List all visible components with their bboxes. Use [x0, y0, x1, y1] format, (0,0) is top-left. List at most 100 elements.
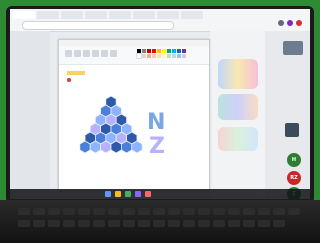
keyboard-key [153, 220, 165, 227]
blurred-content [218, 127, 258, 151]
blurred-content [218, 59, 258, 89]
color-swatch[interactable] [137, 49, 141, 53]
keyboard-key [183, 208, 195, 215]
keyboard-key [33, 208, 45, 215]
browser-tabs [13, 11, 203, 19]
browser-tab[interactable] [37, 11, 59, 19]
keyboard-key [288, 208, 300, 215]
keyboard-key [153, 208, 165, 215]
keyboard-key [123, 208, 135, 215]
keyboard-key [168, 208, 180, 215]
color-picker-tool-icon[interactable] [101, 50, 108, 57]
eraser-tool-icon[interactable] [92, 50, 99, 57]
hexagon-shape [131, 140, 143, 154]
keyboard-key [213, 220, 225, 227]
avatar-initial: RZ [290, 175, 298, 181]
participant-video-thumbnail[interactable] [285, 123, 299, 137]
keyboard-key [138, 208, 150, 215]
keyboard-key [18, 220, 30, 227]
drawing-canvas[interactable]: N Z [65, 68, 203, 183]
participant-avatar[interactable]: RZ [287, 171, 301, 185]
keyboard-key [213, 208, 225, 215]
keyboard-key [138, 220, 150, 227]
keyboard-key [183, 220, 195, 227]
taskbar-app-icon[interactable] [135, 191, 141, 197]
keyboard-key [198, 208, 210, 215]
color-swatch[interactable] [172, 54, 176, 58]
keyboard-key [198, 220, 210, 227]
record-icon[interactable] [296, 20, 302, 26]
color-swatch[interactable] [182, 49, 186, 53]
color-swatch[interactable] [142, 49, 146, 53]
color-swatch[interactable] [162, 54, 166, 58]
participant-video-thumbnail[interactable] [283, 41, 303, 55]
taskbar-app-icon[interactable] [105, 191, 111, 197]
hexagon-shape [110, 140, 122, 154]
keyboard-key [258, 208, 270, 215]
color-swatch[interactable] [177, 49, 181, 53]
taskbar-apps [105, 191, 151, 197]
keyboard-key [48, 220, 60, 227]
color-swatch[interactable] [157, 49, 161, 53]
color-swatch[interactable] [167, 49, 171, 53]
keyboard-key [78, 208, 90, 215]
magnifier-tool-icon[interactable] [110, 50, 117, 57]
browser-toolbar [10, 9, 310, 32]
browser-tab[interactable] [109, 11, 131, 19]
extension-icon[interactable] [287, 20, 293, 26]
browser-tab[interactable] [13, 11, 35, 19]
paint-window: N Z [58, 39, 210, 191]
browser-tab[interactable] [85, 11, 107, 19]
taskbar-app-icon[interactable] [115, 191, 121, 197]
color-swatch[interactable] [142, 54, 146, 58]
color-swatch[interactable] [162, 49, 166, 53]
color-swatch[interactable] [152, 49, 156, 53]
profile-icon[interactable] [278, 20, 284, 26]
keyboard-row [18, 208, 300, 215]
windows-taskbar [10, 189, 310, 199]
hexagon-shape [100, 140, 112, 154]
browser-tab[interactable] [61, 11, 83, 19]
color-swatch[interactable] [152, 54, 156, 58]
taskbar-app-icon[interactable] [125, 191, 131, 197]
participant-avatar[interactable]: H [287, 153, 301, 167]
color-swatch[interactable] [182, 54, 186, 58]
keyboard-key [243, 220, 255, 227]
color-swatch[interactable] [172, 49, 176, 53]
blurred-content [218, 94, 258, 120]
pencil-tool-icon[interactable] [65, 50, 72, 57]
browser-tab[interactable] [157, 11, 179, 19]
taskbar-app-icon[interactable] [145, 191, 151, 197]
color-swatch[interactable] [157, 54, 161, 58]
keyboard-key [78, 220, 90, 227]
keyboard-key [93, 208, 105, 215]
keyboard-key [123, 220, 135, 227]
laptop-keyboard [0, 200, 320, 243]
fill-tool-icon[interactable] [74, 50, 81, 57]
keyboard-key [273, 220, 285, 227]
keyboard-key [33, 220, 45, 227]
keyboard-key [18, 208, 30, 215]
paint-tools [65, 50, 117, 57]
color-swatch[interactable] [147, 54, 151, 58]
browser-tab[interactable] [133, 11, 155, 19]
color-swatch[interactable] [177, 54, 181, 58]
color-swatch[interactable] [147, 49, 151, 53]
keyboard-key [228, 220, 240, 227]
paint-ribbon [59, 46, 209, 65]
avatar-initial: H [291, 157, 297, 163]
color-swatch[interactable] [167, 54, 171, 58]
keyboard-key [168, 220, 180, 227]
hexagon-shape [79, 140, 91, 154]
address-bar[interactable] [22, 21, 174, 30]
drawing-letter-n: N [147, 110, 166, 135]
left-side-panel [10, 31, 50, 199]
hexagon-shape [120, 140, 133, 154]
keyboard-key [93, 220, 105, 227]
browser-tab[interactable] [181, 11, 203, 19]
hexagon-shape [89, 140, 102, 154]
keyboard-key [63, 220, 75, 227]
keyboard-key [63, 208, 75, 215]
color-swatch[interactable] [136, 53, 142, 59]
text-tool-icon[interactable] [83, 50, 90, 57]
